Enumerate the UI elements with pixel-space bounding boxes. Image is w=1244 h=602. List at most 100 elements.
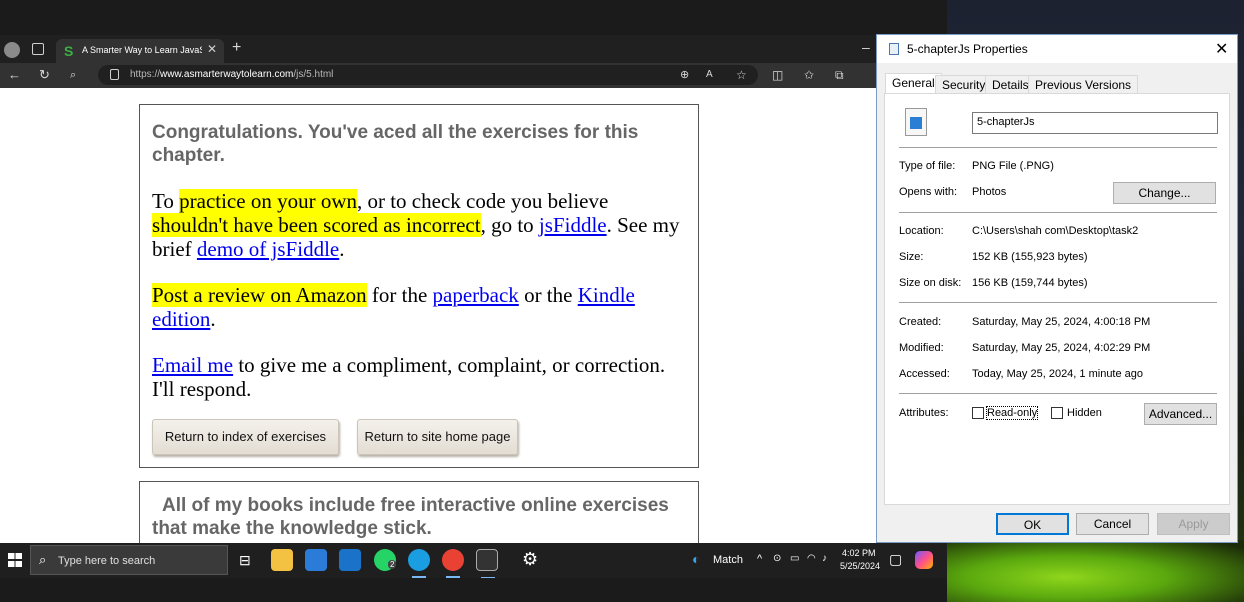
url-text[interactable]: https://www.asmarterwaytolearn.com/js/5.… [130, 69, 333, 80]
clock-time[interactable]: 4:02 PM [842, 548, 876, 558]
hidden-checkbox[interactable] [1051, 407, 1063, 419]
site-favicon-icon: S [64, 43, 74, 59]
books-heading: All of my books include free interactive… [152, 495, 669, 539]
taskbar: ⌕ Type here to search ⊟ 2 ⚙ ◐ Match ^ ⊙ … [0, 543, 947, 579]
volume-icon[interactable]: ♪ [822, 553, 827, 564]
browser-toolbar: ← ↻ ⌕ https://www.asmarterwaytolearn.com… [0, 63, 947, 88]
properties-dialog: 5-chapterJs Properties ✕ General Securit… [876, 34, 1238, 543]
lock-icon[interactable] [110, 69, 119, 80]
file-name-field[interactable]: 5-chapterJs [972, 112, 1218, 134]
network-icon[interactable]: ◠ [807, 553, 816, 564]
edge-icon[interactable] [408, 549, 430, 578]
task-view-icon[interactable]: ⊟ [239, 552, 251, 569]
congrats-card: Congratulations. You've aced all the exe… [139, 104, 699, 468]
created-value: Saturday, May 25, 2024, 4:00:18 PM [972, 316, 1151, 328]
web-content: Congratulations. You've aced all the exe… [0, 88, 877, 543]
mail-icon[interactable] [339, 549, 361, 571]
divider [899, 212, 1217, 213]
return-home-button[interactable]: Return to site home page [357, 419, 518, 455]
type-value: PNG File (.PNG) [972, 160, 1054, 172]
microsoft-store-icon[interactable] [305, 549, 327, 571]
divider [899, 147, 1217, 148]
minimize-icon[interactable]: – [862, 39, 870, 55]
terminal-icon[interactable] [476, 549, 498, 579]
file-explorer-icon[interactable] [271, 549, 293, 571]
back-icon[interactable]: ← [8, 67, 21, 83]
read-aloud-icon[interactable]: A [706, 67, 713, 83]
opens-label: Opens with: [899, 186, 958, 198]
modified-value: Saturday, May 25, 2024, 4:02:29 PM [972, 342, 1151, 354]
weather-icon[interactable]: ◐ [692, 551, 700, 567]
readonly-label[interactable]: Read-only [985, 406, 1039, 420]
battery-icon[interactable]: ▭ [790, 553, 799, 564]
advanced-button[interactable]: Advanced... [1144, 403, 1217, 425]
jsfiddle-link[interactable]: jsFiddle [539, 213, 607, 237]
zoom-icon[interactable]: ⊕ [680, 67, 689, 83]
accessed-label: Accessed: [899, 368, 950, 380]
address-bar[interactable]: https://www.asmarterwaytolearn.com/js/5.… [98, 65, 758, 85]
favorite-star-icon[interactable]: ☆ [736, 67, 747, 83]
created-label: Created: [899, 316, 942, 328]
clock-date[interactable]: 5/25/2024 [840, 561, 880, 571]
opens-value: Photos [972, 186, 1007, 198]
notifications-icon[interactable]: ▢ [889, 551, 902, 568]
tab-general[interactable]: General [885, 73, 942, 95]
search-icon[interactable]: ⌕ [70, 67, 76, 83]
search-icon: ⌕ [39, 552, 47, 567]
dialog-titlebar[interactable]: 5-chapterJs Properties ✕ [877, 35, 1237, 63]
favorites-icon[interactable]: ✩ [804, 67, 814, 83]
file-icon [889, 43, 899, 55]
workspaces-icon[interactable] [32, 43, 44, 55]
show-hidden-icons-chevron-icon[interactable]: ^ [757, 553, 762, 565]
new-tab-icon[interactable]: + [232, 39, 241, 57]
review-paragraph: Post a review on Amazon for the paperbac… [152, 283, 635, 331]
ok-button[interactable]: OK [996, 513, 1069, 535]
desktop-wallpaper-accent [947, 540, 1244, 602]
cancel-button[interactable]: Cancel [1076, 513, 1149, 535]
dialog-title: 5-chapterJs Properties [907, 42, 1028, 56]
demo-jsfiddle-link[interactable]: demo of jsFiddle [197, 237, 339, 261]
taskbar-search-box[interactable]: ⌕ Type here to search [30, 545, 228, 575]
search-placeholder: Type here to search [58, 555, 156, 567]
size-on-disk-label: Size on disk: [899, 277, 962, 289]
apply-button[interactable]: Apply [1157, 513, 1230, 535]
settings-gear-icon[interactable]: ⚙ [522, 549, 538, 570]
chrome-icon[interactable] [442, 549, 464, 578]
png-file-icon [905, 108, 927, 136]
copilot-icon[interactable] [915, 551, 933, 569]
weather-text[interactable]: Match [713, 554, 743, 566]
readonly-checkbox[interactable] [972, 407, 984, 419]
modified-label: Modified: [899, 342, 944, 354]
tab-title: A Smarter Way to Learn JavaScript [82, 45, 202, 55]
email-link[interactable]: Email me [152, 353, 233, 377]
location-value: C:\Users\shah com\Desktop\task2 [972, 225, 1139, 237]
practice-paragraph: To practice on your own, or to check cod… [152, 189, 680, 261]
refresh-icon[interactable]: ↻ [39, 67, 50, 83]
size-on-disk-value: 156 KB (159,744 bytes) [972, 277, 1088, 289]
paperback-link[interactable]: paperback [433, 283, 519, 307]
email-paragraph: Email me to give me a compliment, compla… [152, 353, 666, 401]
tab-bar: S A Smarter Way to Learn JavaScript ✕ + … [0, 35, 947, 63]
tab-security[interactable]: Security [935, 75, 993, 94]
tab-previous-versions[interactable]: Previous Versions [1028, 75, 1139, 94]
collections-icon[interactable]: ⧉ [835, 67, 844, 83]
divider [899, 393, 1217, 394]
books-card: All of my books include free interactive… [139, 481, 699, 543]
profile-avatar[interactable] [4, 42, 20, 58]
location-icon[interactable]: ⊙ [773, 553, 781, 564]
browser-tab[interactable]: S A Smarter Way to Learn JavaScript ✕ [56, 39, 224, 63]
return-index-button[interactable]: Return to index of exercises [152, 419, 339, 455]
whatsapp-icon[interactable]: 2 [374, 549, 397, 571]
general-panel: 5-chapterJs Type of file: PNG File (.PNG… [884, 93, 1230, 505]
whatsapp-badge: 2 [388, 560, 397, 569]
split-screen-icon[interactable]: ◫ [772, 67, 783, 83]
windows-start-icon[interactable] [8, 553, 22, 567]
close-tab-icon[interactable]: ✕ [207, 42, 217, 56]
change-button[interactable]: Change... [1113, 182, 1216, 204]
hidden-label[interactable]: Hidden [1067, 407, 1102, 419]
divider [899, 302, 1217, 303]
close-icon[interactable]: ✕ [1215, 39, 1228, 59]
screen-bottom-strip [0, 578, 947, 602]
attributes-label: Attributes: [899, 407, 949, 419]
browser-window: S A Smarter Way to Learn JavaScript ✕ + … [0, 35, 947, 543]
